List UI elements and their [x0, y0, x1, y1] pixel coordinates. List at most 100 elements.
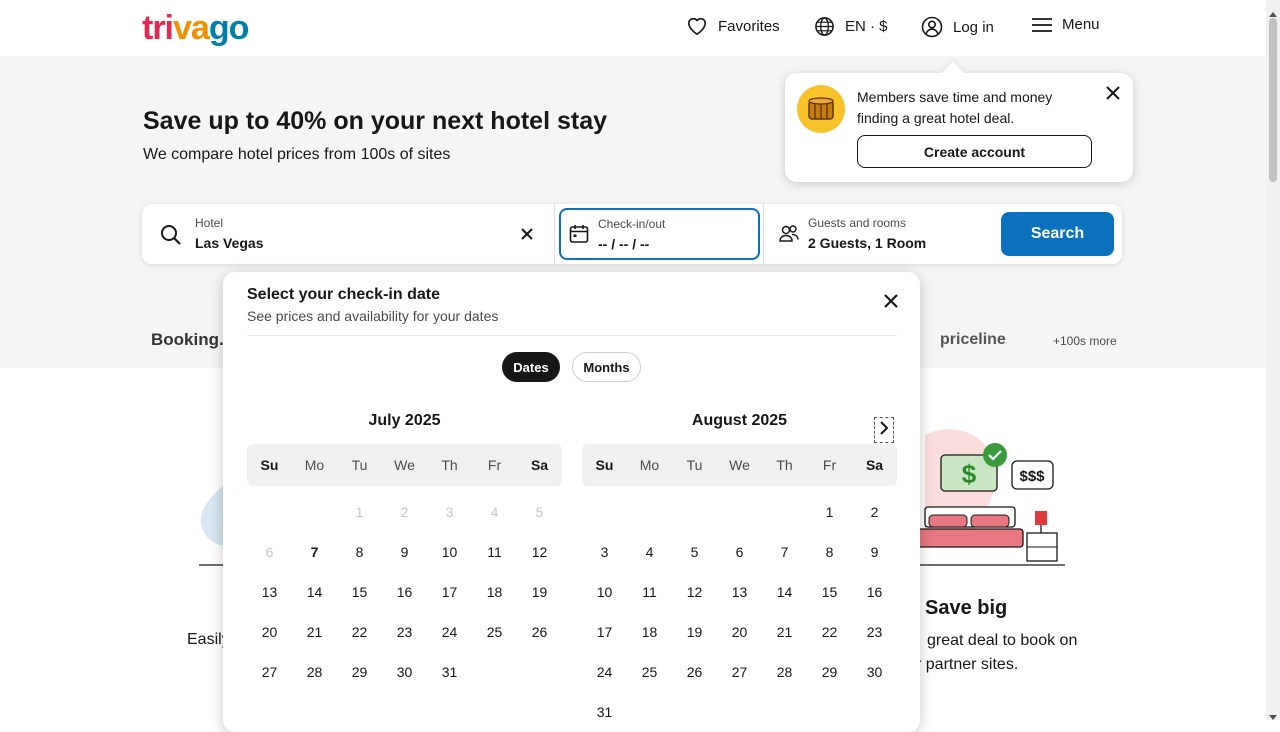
calendar-day[interactable]: 17: [582, 624, 627, 640]
calendar-day[interactable]: 23: [852, 624, 897, 640]
calendar-day: 1: [355, 504, 364, 520]
calendar-day[interactable]: 28: [292, 664, 337, 680]
calendar-day[interactable]: 19: [517, 584, 562, 600]
calendar-day[interactable]: 4: [627, 544, 672, 560]
calendar-day[interactable]: 13: [717, 584, 762, 600]
calendar-day: 5: [535, 504, 544, 520]
coins-icon: [797, 85, 845, 133]
calendar-day[interactable]: 22: [337, 624, 382, 640]
calendar-day[interactable]: 21: [292, 624, 337, 640]
heart-icon: [686, 16, 708, 36]
tab-months[interactable]: Months: [572, 352, 641, 382]
login-label: Log in: [953, 18, 994, 36]
calendar-day[interactable]: 7: [292, 544, 337, 560]
scrollbar-thumb[interactable]: [1269, 18, 1277, 182]
calendar-day[interactable]: 31: [427, 664, 472, 680]
weekday-label: Sa: [865, 457, 884, 473]
dollar-sign: $: [962, 459, 977, 489]
guests-value: 2 Guests, 1 Room: [808, 235, 927, 251]
calendar-day[interactable]: 14: [762, 584, 807, 600]
language-currency-button[interactable]: EN · $: [814, 16, 888, 37]
hotel-label: Hotel: [195, 216, 224, 230]
calendar-day[interactable]: 21: [762, 624, 807, 640]
calendar-day[interactable]: 14: [292, 584, 337, 600]
calendar-day[interactable]: 25: [627, 664, 672, 680]
checkin-calendar-dialog: Select your check-in date See prices and…: [223, 272, 920, 732]
calendar-day[interactable]: 20: [717, 624, 762, 640]
calendar-day[interactable]: 8: [807, 544, 852, 560]
create-account-button[interactable]: Create account: [857, 135, 1092, 168]
calendar-day[interactable]: 31: [582, 704, 627, 720]
chevron-right-icon: [879, 420, 889, 440]
calendar-day[interactable]: 26: [517, 624, 562, 640]
calendar-day[interactable]: 16: [382, 584, 427, 600]
weekday-label: Sa: [530, 457, 549, 473]
chevron-down-icon[interactable]: [1269, 708, 1277, 726]
calendar-day[interactable]: 18: [472, 584, 517, 600]
calendar-day[interactable]: 7: [762, 544, 807, 560]
calendar-day[interactable]: 10: [582, 584, 627, 600]
calendar-day[interactable]: 11: [472, 544, 517, 560]
calendar-day[interactable]: 3: [582, 544, 627, 560]
hotel-search-field[interactable]: Hotel Las Vegas: [142, 204, 554, 264]
calendar-day: 4: [490, 504, 499, 520]
calendar-day[interactable]: 16: [852, 584, 897, 600]
weekday-label: Su: [595, 457, 614, 473]
close-icon[interactable]: [1103, 83, 1123, 103]
calendar-day[interactable]: 23: [382, 624, 427, 640]
calendar-day[interactable]: 12: [517, 544, 562, 560]
calendar-day[interactable]: 30: [382, 664, 427, 680]
calendar-day[interactable]: 19: [672, 624, 717, 640]
calendar-day[interactable]: 27: [717, 664, 762, 680]
calendar-day[interactable]: 25: [472, 624, 517, 640]
feature-save-big-text-line2: r partner sites.: [916, 656, 1019, 673]
guests-label: Guests and rooms: [808, 216, 907, 230]
checkin-checkout-field[interactable]: Check-in/out -- / -- / --: [559, 208, 760, 260]
calendar-day[interactable]: 2: [852, 504, 897, 520]
calendar-day[interactable]: 20: [247, 624, 292, 640]
close-icon[interactable]: [880, 290, 902, 312]
tab-dates[interactable]: Dates: [502, 352, 560, 382]
login-button[interactable]: Log in: [921, 16, 994, 38]
page-title: Save up to 40% on your next hotel stay: [143, 107, 608, 135]
calendar-day[interactable]: 18: [627, 624, 672, 640]
calendar-day[interactable]: 27: [247, 664, 292, 680]
calendar-day[interactable]: 24: [582, 664, 627, 680]
calendar-day[interactable]: 1: [807, 504, 852, 520]
calendar-day[interactable]: 28: [762, 664, 807, 680]
calendar-day[interactable]: 5: [672, 544, 717, 560]
guests-rooms-field[interactable]: Guests and rooms 2 Guests, 1 Room: [764, 204, 994, 264]
price-tag-text: $$$: [1019, 468, 1045, 485]
bed-illustration: $ $$$: [905, 425, 1070, 570]
calendar-day[interactable]: 30: [852, 664, 897, 680]
calendar-day[interactable]: 12: [672, 584, 717, 600]
favorites-button[interactable]: Favorites: [686, 16, 780, 36]
next-month-button[interactable]: [874, 417, 894, 443]
calendar-day[interactable]: 29: [337, 664, 382, 680]
calendar-day[interactable]: 24: [427, 624, 472, 640]
calendar-day[interactable]: 11: [627, 584, 672, 600]
scrollbar[interactable]: [1266, 0, 1280, 720]
weekday-header: Su Mo Tu We Th Fr Sa: [582, 444, 897, 486]
calendar-day[interactable]: 15: [337, 584, 382, 600]
weekday-label: Tu: [351, 457, 368, 473]
weekday-header: Su Mo Tu We Th Fr Sa: [247, 444, 562, 486]
calendar-day[interactable]: 26: [672, 664, 717, 680]
calendar-day[interactable]: 10: [427, 544, 472, 560]
clear-icon[interactable]: [521, 227, 533, 245]
calendar-day[interactable]: 17: [427, 584, 472, 600]
calendar-day[interactable]: 9: [852, 544, 897, 560]
calendar-day[interactable]: 8: [337, 544, 382, 560]
calendar-day[interactable]: 6: [717, 544, 762, 560]
search-button[interactable]: Search: [1001, 212, 1114, 256]
feature-save-big-text-line1: great deal to book on: [927, 632, 1078, 649]
calendar-day[interactable]: 15: [807, 584, 852, 600]
language-currency-label: EN · $: [845, 18, 888, 35]
feature-save-big-title: Save big: [925, 597, 1008, 619]
menu-button[interactable]: Menu: [1032, 16, 1100, 33]
calendar-day[interactable]: 13: [247, 584, 292, 600]
calendar-day[interactable]: 9: [382, 544, 427, 560]
calendar-day[interactable]: 22: [807, 624, 852, 640]
calendar-day[interactable]: 29: [807, 664, 852, 680]
trivago-logo[interactable]: trivago: [142, 8, 249, 48]
